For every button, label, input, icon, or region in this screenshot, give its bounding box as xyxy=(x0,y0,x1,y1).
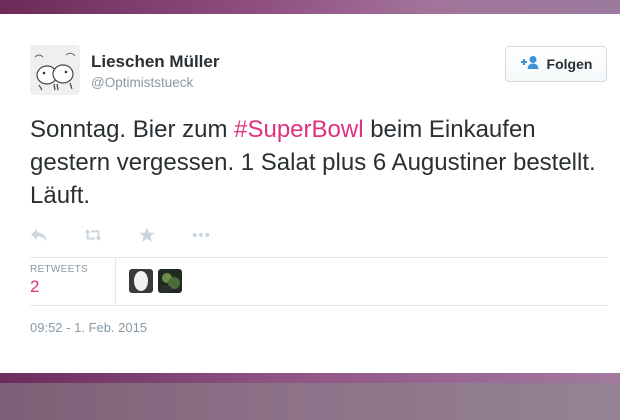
tweet-actions xyxy=(30,225,246,245)
hashtag-link[interactable]: #SuperBowl xyxy=(234,116,363,143)
more-icon[interactable] xyxy=(192,226,210,244)
retweeter-avatar[interactable] xyxy=(158,269,182,293)
user-handle[interactable]: @Optimiststueck xyxy=(91,75,193,90)
tweet-text: Sonntag. Bier zum #SuperBowl beim Einkau… xyxy=(30,113,615,212)
reply-icon[interactable] xyxy=(30,226,48,244)
retweets-count[interactable]: 2 xyxy=(30,277,39,297)
stats-top-divider xyxy=(30,257,608,258)
user-avatar[interactable] xyxy=(30,45,80,95)
add-user-icon xyxy=(520,55,540,74)
user-name[interactable]: Lieschen Müller xyxy=(91,52,219,72)
tweet-timestamp[interactable]: 09:52 - 1. Feb. 2015 xyxy=(30,320,147,335)
follow-button-label: Folgen xyxy=(546,56,593,72)
favorite-icon[interactable] xyxy=(138,226,156,244)
stats-vertical-divider xyxy=(115,258,116,304)
retweeter-avatar[interactable] xyxy=(129,269,153,293)
retweet-icon[interactable] xyxy=(84,226,102,244)
retweets-label: RETWEETS xyxy=(30,264,88,275)
stats-bottom-divider xyxy=(30,305,608,306)
follow-button[interactable]: Folgen xyxy=(505,46,607,82)
bottom-frame-bar xyxy=(0,373,620,420)
tweet-text-start: Sonntag. Bier zum xyxy=(30,116,235,143)
top-frame-bar xyxy=(0,0,620,14)
